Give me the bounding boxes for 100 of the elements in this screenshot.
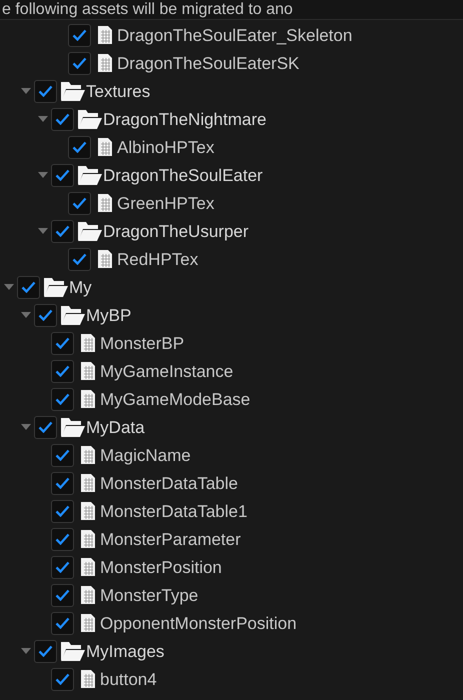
checkmark-icon — [55, 113, 70, 125]
asset-label: MonsterBP — [100, 334, 184, 352]
checkmark-icon — [72, 141, 87, 153]
checkbox[interactable] — [68, 136, 91, 158]
collapse-arrow-icon[interactable] — [20, 311, 32, 319]
asset-label: MyGameModeBase — [100, 390, 250, 408]
asset-label: MonsterPosition — [100, 558, 222, 576]
asset-label: MonsterDataTable1 — [100, 502, 248, 520]
checkbox[interactable] — [51, 360, 74, 382]
asset-label: MonsterParameter — [100, 530, 241, 548]
collapse-arrow-icon[interactable] — [20, 87, 32, 95]
checkmark-icon — [55, 561, 70, 573]
checkbox[interactable] — [68, 52, 91, 74]
file-icon — [97, 53, 113, 73]
checkbox[interactable] — [51, 332, 74, 354]
file-icon — [80, 529, 96, 549]
asset-label: OpponentMonsterPosition — [100, 614, 297, 632]
checkbox[interactable] — [51, 220, 74, 242]
checkmark-icon — [55, 505, 70, 517]
file-icon — [80, 445, 96, 465]
collapse-arrow-icon[interactable] — [36, 227, 48, 235]
collapse-arrow-icon[interactable] — [36, 171, 48, 179]
asset-label: button4 — [100, 670, 157, 688]
checkmark-icon — [38, 421, 53, 433]
checkbox[interactable] — [68, 192, 91, 214]
checkbox[interactable] — [68, 248, 91, 270]
header-text: e following assets will be migrated to ano — [2, 2, 293, 18]
file-icon — [97, 137, 113, 157]
checkbox[interactable] — [51, 500, 74, 522]
open-folder-icon — [77, 108, 103, 130]
file-icon — [80, 557, 96, 577]
file-icon — [80, 473, 96, 493]
checkmark-icon — [72, 57, 87, 69]
checkbox[interactable] — [51, 556, 74, 578]
checkmark-icon — [55, 617, 70, 629]
collapse-arrow-icon[interactable] — [2, 283, 14, 291]
open-folder-icon — [43, 276, 69, 298]
checkmark-icon — [72, 197, 87, 209]
checkmark-icon — [21, 281, 36, 293]
checkbox[interactable] — [17, 276, 40, 298]
checkmark-icon — [72, 29, 87, 41]
folder-label: DragonTheSoulEater — [103, 166, 263, 184]
checkbox[interactable] — [51, 668, 74, 690]
checkbox[interactable] — [51, 108, 74, 130]
asset-label: RedHPTex — [117, 250, 198, 268]
checkmark-icon — [55, 365, 70, 377]
asset-label: DragonTheSoulEaterSK — [117, 54, 300, 72]
checkbox[interactable] — [51, 472, 74, 494]
open-folder-icon — [60, 80, 86, 102]
collapse-arrow-icon[interactable] — [20, 647, 32, 655]
checkmark-icon — [55, 169, 70, 181]
folder-label: DragonTheNightmare — [103, 110, 266, 128]
open-folder-icon — [60, 304, 86, 326]
checkbox[interactable] — [51, 164, 74, 186]
checkmark-icon — [55, 337, 70, 349]
folder-label: Textures — [86, 82, 150, 100]
file-icon — [80, 613, 96, 633]
checkbox[interactable] — [34, 416, 57, 438]
checkmark-icon — [38, 645, 53, 657]
collapse-arrow-icon[interactable] — [36, 115, 48, 123]
folder-label: My — [69, 278, 92, 296]
asset-label: MyGameInstance — [100, 362, 234, 380]
checkbox[interactable] — [34, 640, 57, 662]
checkbox[interactable] — [51, 444, 74, 466]
open-folder-icon — [60, 640, 86, 662]
asset-label: DragonTheSoulEater_Skeleton — [117, 26, 352, 44]
checkbox[interactable] — [34, 304, 57, 326]
checkmark-icon — [55, 533, 70, 545]
checkmark-icon — [55, 449, 70, 461]
file-icon — [97, 249, 113, 269]
file-icon — [80, 333, 96, 353]
asset-label: MagicName — [100, 446, 191, 464]
file-icon — [80, 389, 96, 409]
open-folder-icon — [77, 220, 103, 242]
checkmark-icon — [55, 393, 70, 405]
file-icon — [97, 193, 113, 213]
file-icon — [97, 25, 113, 45]
asset-label: GreenHPTex — [117, 194, 214, 212]
checkmark-icon — [38, 85, 53, 97]
file-icon — [80, 669, 96, 689]
checkmark-icon — [55, 225, 70, 237]
checkbox[interactable] — [68, 24, 91, 46]
checkbox[interactable] — [34, 80, 57, 102]
checkmark-icon — [55, 673, 70, 685]
checkbox[interactable] — [51, 528, 74, 550]
folder-label: MyBP — [86, 306, 132, 324]
folder-label: MyData — [86, 418, 145, 436]
asset-label: MonsterType — [100, 586, 198, 604]
checkbox[interactable] — [51, 388, 74, 410]
checkbox[interactable] — [51, 584, 74, 606]
folder-label: MyImages — [86, 642, 164, 660]
file-icon — [80, 585, 96, 605]
file-icon — [80, 501, 96, 521]
checkbox[interactable] — [51, 612, 74, 634]
asset-label: MonsterDataTable — [100, 474, 238, 492]
file-icon — [80, 361, 96, 381]
checkmark-icon — [72, 253, 87, 265]
collapse-arrow-icon[interactable] — [20, 423, 32, 431]
open-folder-icon — [77, 164, 103, 186]
checkmark-icon — [55, 589, 70, 601]
